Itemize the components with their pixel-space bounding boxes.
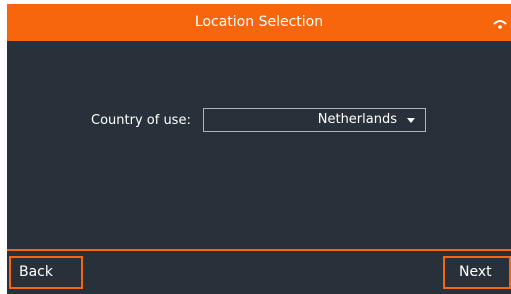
page-title: Location Selection — [194, 14, 324, 30]
back-button[interactable]: Back — [9, 256, 83, 289]
next-button[interactable]: Next — [443, 256, 511, 289]
screen: Location Selection Country of use: Nethe… — [0, 0, 511, 294]
device-display: Location Selection Country of use: Nethe… — [7, 4, 511, 294]
header-bar: Location Selection — [7, 4, 511, 41]
chevron-down-icon — [407, 118, 415, 123]
wifi-icon — [493, 20, 507, 29]
footer-divider — [7, 249, 511, 251]
country-label: Country of use: — [91, 113, 191, 128]
country-select-value: Netherlands — [317, 112, 397, 127]
country-select[interactable]: Netherlands — [203, 108, 426, 132]
